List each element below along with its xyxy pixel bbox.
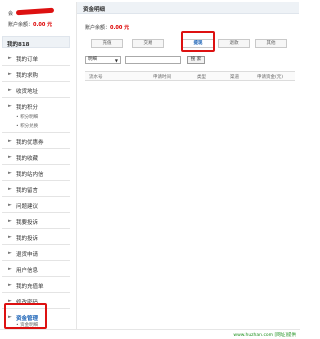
main-panel: 资金明细 账户余额：0.00 元 充值 交易 提现 退款 其他 明细 ▼ 搜 索… — [76, 2, 299, 330]
chevron-down-icon: ▼ — [114, 58, 118, 63]
column-header-amount: 申请资金(元) — [257, 75, 284, 80]
tab-transaction[interactable]: 交易 — [132, 39, 164, 48]
user-balance-label: 账户余额： — [8, 22, 34, 28]
sidebar-subitem-points-exchange[interactable]: • 积分兑换 — [2, 123, 70, 133]
sidebar-item-label: 收货地址 — [16, 89, 39, 95]
column-header-channel: 渠道 — [230, 75, 239, 80]
sidebar-item-favorites[interactable]: ► 我的收藏 — [2, 149, 70, 165]
tab-other[interactable]: 其他 — [255, 39, 287, 48]
arrow-icon: ► — [8, 103, 12, 109]
user-name: 会 — [8, 11, 14, 17]
tab-refund[interactable]: 退款 — [218, 39, 250, 48]
sidebar-item-label: 我的订单 — [16, 57, 39, 63]
arrow-icon: ► — [8, 250, 12, 256]
arrow-icon: ► — [8, 202, 12, 208]
column-header-serial: 流水号 — [89, 75, 103, 80]
sidebar-item-label: 我的积分 — [16, 105, 39, 111]
sidebar-subitem-points-detail[interactable]: • 积分明细 — [2, 114, 70, 123]
sidebar-item-suggestions[interactable]: ► 问题建议 — [2, 197, 70, 213]
type-select[interactable]: 明细 ▼ — [85, 56, 121, 64]
arrow-icon: ► — [8, 154, 12, 160]
sidebar-item-label: 我的充值单 — [16, 284, 44, 290]
highlight-box-sidebar — [4, 303, 47, 329]
table-header: 流水号 申请时间 类型 渠道 申请资金(元) — [85, 71, 295, 81]
sidebar-item-label: 退货申请 — [16, 252, 39, 258]
sidebar-title: 我的818 — [2, 36, 70, 48]
arrow-icon: ► — [8, 266, 12, 272]
account-balance-value: 0.00 元 — [110, 25, 130, 31]
sidebar-subitem-label: 积分兑换 — [20, 124, 39, 129]
column-header-type: 类型 — [197, 75, 206, 80]
footer: www.huzhan.com [网址]提供 — [0, 330, 300, 339]
sidebar-item-coupons[interactable]: ► 我的优惠券 — [2, 133, 70, 149]
redacted-username — [15, 7, 55, 16]
arrow-icon: ► — [8, 282, 12, 288]
user-info: 会 账户余额：0.00 元 — [2, 2, 70, 32]
sidebar: 会 账户余额：0.00 元 我的818 ► 我的订单 ► 我的求购 ► 收货地址 ► 我… — [0, 0, 72, 339]
sidebar-item-label: 我的求购 — [16, 73, 39, 79]
arrow-icon: ► — [8, 55, 12, 61]
arrow-icon: ► — [8, 71, 12, 77]
sidebar-item-messages[interactable]: ► 我的站内信 — [2, 165, 70, 181]
sidebar-item-label: 用户信息 — [16, 268, 39, 274]
sidebar-item-recharge-orders[interactable]: ► 我的充值单 — [2, 277, 70, 293]
type-select-value: 明细 — [88, 57, 97, 62]
sidebar-item-my-complaints[interactable]: ► 我的投诉 — [2, 229, 70, 245]
sidebar-item-user-info[interactable]: ► 用户信息 — [2, 261, 70, 277]
highlight-box-tab — [181, 31, 215, 52]
tab-recharge[interactable]: 充值 — [91, 39, 123, 48]
user-balance: 账户余额：0.00 元 — [8, 21, 52, 28]
arrow-icon: ► — [8, 218, 12, 224]
sidebar-item-address[interactable]: ► 收货地址 — [2, 82, 70, 98]
footer-text: www.huzhan.com [网址]提供 — [233, 333, 296, 338]
sidebar-item-label: 我的优惠券 — [16, 140, 44, 146]
page-title: 资金明细 — [77, 2, 299, 14]
sidebar-item-points[interactable]: ► 我的积分 — [2, 98, 70, 114]
sidebar-item-comments[interactable]: ► 我的留言 — [2, 181, 70, 197]
sidebar-item-orders[interactable]: ► 我的订单 — [2, 50, 70, 66]
account-balance: 账户余额：0.00 元 — [85, 24, 129, 31]
sidebar-item-returns[interactable]: ► 退货申请 — [2, 245, 70, 261]
arrow-icon: ► — [8, 138, 12, 144]
sidebar-item-label: 我的留言 — [16, 188, 39, 194]
arrow-icon: ► — [8, 87, 12, 93]
sidebar-item-label: 我的收藏 — [16, 156, 39, 162]
sidebar-item-label: 我要投诉 — [16, 220, 39, 226]
sidebar-item-purchase-requests[interactable]: ► 我的求购 — [2, 66, 70, 82]
sidebar-item-label: 我的站内信 — [16, 172, 44, 178]
arrow-icon: ► — [8, 186, 12, 192]
user-balance-value: 0.00 元 — [33, 22, 53, 28]
search-input[interactable] — [125, 56, 181, 64]
sidebar-subitem-label: 积分明细 — [20, 115, 39, 120]
sidebar-item-label: 问题建议 — [16, 204, 39, 210]
search-button[interactable]: 搜 索 — [187, 56, 205, 64]
arrow-icon: ► — [8, 170, 12, 176]
account-balance-label: 账户余额： — [85, 25, 111, 31]
column-header-time: 申请时间 — [153, 75, 171, 80]
sidebar-item-file-complaint[interactable]: ► 我要投诉 — [2, 213, 70, 229]
sidebar-item-label: 我的投诉 — [16, 236, 39, 242]
arrow-icon: ► — [8, 234, 12, 240]
